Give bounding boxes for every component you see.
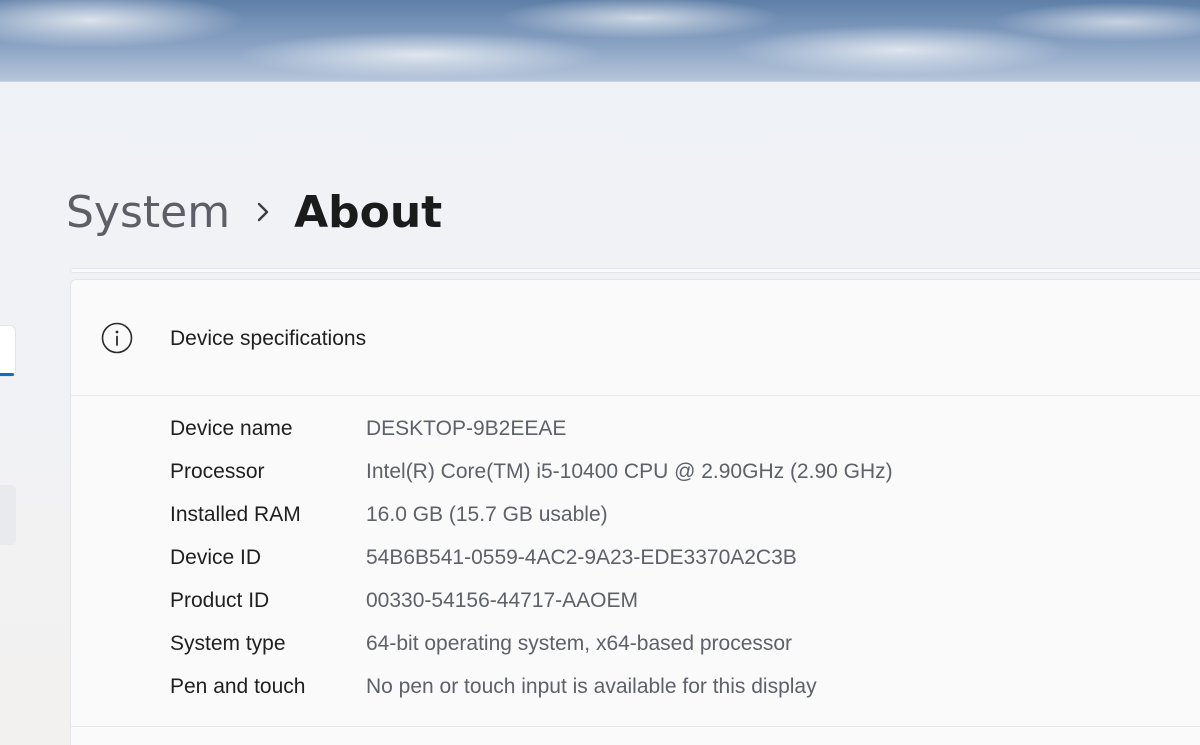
spec-value: DESKTOP-9B2EEAE [366,416,567,440]
spec-row-installed-ram: Installed RAM 16.0 GB (15.7 GB usable) [170,493,893,536]
chevron-right-icon [256,201,270,223]
spec-value: 00330-54156-44717-AAOEM [366,588,639,612]
spec-row-product-id: Product ID 00330-54156-44717-AAOEM [170,579,893,622]
desktop-wallpaper [0,0,1200,82]
breadcrumb-system[interactable]: System [66,187,230,238]
spec-row-device-id: Device ID 54B6B541-0559-4AC2-9A23-EDE337… [170,536,893,579]
nav-item-selected[interactable] [0,325,16,377]
spec-label: Installed RAM [170,502,301,526]
spec-value: Intel(R) Core(TM) i5-10400 CPU @ 2.90GHz… [366,459,893,483]
spec-row-device-name: Device name DESKTOP-9B2EEAE [170,407,893,450]
spec-row-processor: Processor Intel(R) Core(TM) i5-10400 CPU… [170,450,893,493]
divider [71,726,1200,727]
device-specifications-title: Device specifications [170,327,367,350]
spec-label: Processor [170,459,265,483]
spec-label: Pen and touch [170,674,306,698]
screenshot-root: System About Device specifications Devic… [0,0,1200,745]
info-icon [101,322,133,354]
spec-value: 16.0 GB (15.7 GB usable) [366,502,608,526]
spec-label: Device ID [170,545,262,569]
spec-value: 54B6B541-0559-4AC2-9A23-EDE3370A2C3B [366,545,797,569]
spec-value: No pen or touch input is available for t… [366,674,817,698]
breadcrumb: System About [66,180,442,244]
nav-item[interactable] [0,485,16,545]
spec-row-pen-and-touch: Pen and touch No pen or touch input is a… [170,665,893,708]
spec-label: Device name [170,416,293,440]
spec-list: Device name DESKTOP-9B2EEAE Processor In… [170,407,893,708]
spec-label: Product ID [170,588,270,612]
spec-label: System type [170,631,286,655]
previous-card-edge [70,268,1200,273]
spec-row-system-type: System type 64-bit operating system, x64… [170,622,893,665]
device-specifications-card: Device specifications Device name DESKTO… [70,279,1200,745]
device-specifications-header[interactable]: Device specifications [71,280,1200,396]
spec-value: 64-bit operating system, x64-based proce… [366,631,793,655]
page-title: About [294,186,443,238]
selection-indicator [0,373,14,376]
